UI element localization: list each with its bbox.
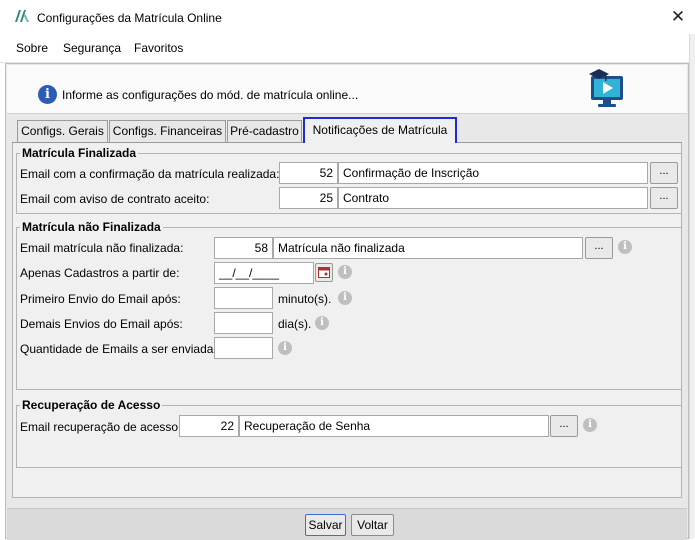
info-icon[interactable]: i <box>278 341 292 355</box>
demais-envios-input[interactable] <box>214 312 273 334</box>
group-title-recuperacao: Recuperação de Acesso <box>20 398 163 412</box>
label-email-contrato: Email com aviso de contrato aceito: <box>20 192 210 206</box>
menu-sobre[interactable]: Sobre <box>16 41 48 55</box>
info-icon[interactable]: i <box>583 418 597 432</box>
email-contrato-name-field: Contrato <box>338 187 648 209</box>
info-icon: i <box>38 85 57 104</box>
menu-seguranca[interactable]: Segurança <box>63 41 121 55</box>
label-demais-envios: Demais Envios do Email após: <box>20 317 183 331</box>
info-icon[interactable]: i <box>315 316 329 330</box>
label-email-nao-finalizada: Email matrícula não finalizada: <box>20 241 184 255</box>
email-confirmacao-code-input[interactable]: 52 <box>279 162 338 184</box>
label-apenas-cadastros: Apenas Cadastros a partir de: <box>20 266 180 280</box>
window-title: Configurações da Matrícula Online <box>37 11 222 25</box>
email-recuperacao-name-field: Recuperação de Senha <box>239 415 549 437</box>
email-confirmacao-search-button[interactable]: ... <box>650 162 678 184</box>
tab-notificacoes-matricula[interactable]: Notificações de Matrícula <box>303 117 457 145</box>
apenas-cadastros-date-input[interactable]: __/__/____ <box>214 262 314 284</box>
email-recuperacao-search-button[interactable]: ... <box>550 415 578 437</box>
header-text: Informe as configurações do mód. de matr… <box>62 88 359 102</box>
close-button[interactable]: ✕ <box>665 5 691 29</box>
tab-pre-cadastro[interactable]: Pré-cadastro <box>227 120 302 142</box>
group-title-nao-finalizada: Matrícula não Finalizada <box>20 220 163 234</box>
email-nao-finalizada-code-input[interactable]: 58 <box>214 237 273 259</box>
online-monitor-icon <box>589 69 623 107</box>
footer-bar <box>7 508 687 540</box>
tab-configs-financeiras[interactable]: Configs. Financeiras <box>109 120 226 142</box>
info-icon[interactable]: i <box>338 291 352 305</box>
label-quantidade-emails: Quantidade de Emails a ser enviada: <box>20 342 217 356</box>
email-confirmacao-name-field: Confirmação de Inscrição <box>338 162 648 184</box>
group-title-finalizada: Matrícula Finalizada <box>20 146 139 160</box>
calendar-icon <box>318 267 330 278</box>
email-nao-finalizada-name-field: Matrícula não finalizada <box>273 237 583 259</box>
primeiro-envio-input[interactable] <box>214 287 273 309</box>
email-nao-finalizada-search-button[interactable]: ... <box>585 237 613 259</box>
email-contrato-search-button[interactable]: ... <box>650 187 678 209</box>
email-recuperacao-code-input[interactable]: 22 <box>179 415 239 437</box>
label-email-confirmacao: Email com a confirmação da matrícula rea… <box>20 167 280 181</box>
label-email-recuperacao: Email recuperação de acesso: <box>20 420 182 434</box>
info-icon[interactable]: i <box>618 240 632 254</box>
calendar-button[interactable] <box>315 263 333 282</box>
label-primeiro-envio: Primeiro Envio do Email após: <box>20 292 181 306</box>
back-button[interactable]: Voltar <box>351 514 394 536</box>
save-button[interactable]: Salvar <box>305 514 346 536</box>
unit-minutos: minuto(s). <box>278 292 332 306</box>
info-icon[interactable]: i <box>338 265 352 279</box>
tab-configs-gerais[interactable]: Configs. Gerais <box>17 120 108 142</box>
app-logo-icon <box>15 10 29 22</box>
quantidade-emails-input[interactable] <box>214 337 273 359</box>
vertical-scrollbar[interactable] <box>689 34 695 539</box>
menu-favoritos[interactable]: Favoritos <box>134 41 183 55</box>
email-contrato-code-input[interactable]: 25 <box>279 187 338 209</box>
unit-dias: dia(s). <box>278 317 312 331</box>
